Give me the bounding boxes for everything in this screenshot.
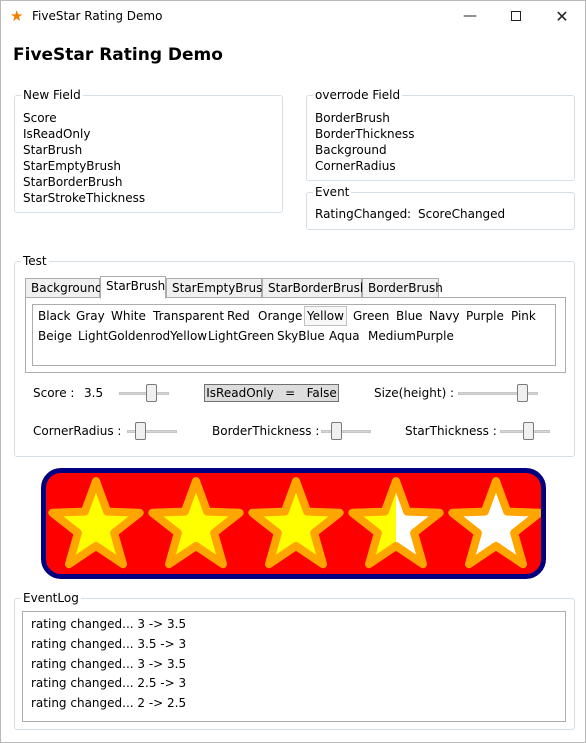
event-value: ScoreChanged xyxy=(418,207,506,221)
app-window: ★ FiveStar Rating Demo — ✕ FiveStar Rati… xyxy=(0,0,586,743)
stars-canvas xyxy=(48,477,541,569)
event-log-legend: EventLog xyxy=(21,591,81,606)
slider-thumb[interactable] xyxy=(517,384,528,402)
event-separator: : xyxy=(407,207,412,221)
new-field-item: Score xyxy=(23,111,57,125)
overrode-field-group: overrode Field BorderBrush BorderThickne… xyxy=(306,88,575,181)
five-star-rating[interactable] xyxy=(41,468,546,579)
color-red[interactable]: Red xyxy=(225,307,252,325)
overrode-field-item: Background xyxy=(315,143,387,157)
score-value: 3.5 xyxy=(84,386,104,400)
color-purple[interactable]: Purple xyxy=(464,307,506,325)
color-lightgoldenrodyellow[interactable]: LightGoldenrodYellow xyxy=(76,327,209,345)
slider-thumb[interactable] xyxy=(523,422,534,440)
minimize-icon: — xyxy=(463,8,477,24)
score-label: Score : xyxy=(33,386,75,400)
color-black[interactable]: Black xyxy=(36,307,72,325)
tab-border-brush[interactable]: BorderBrush xyxy=(362,278,443,298)
color-skyblue[interactable]: SkyBlue xyxy=(275,327,327,345)
star-2-icon[interactable] xyxy=(148,477,244,569)
color-gray[interactable]: Gray xyxy=(74,307,107,325)
maximize-button[interactable] xyxy=(493,1,539,32)
color-pink[interactable]: Pink xyxy=(509,307,538,325)
slider-thumb[interactable] xyxy=(331,422,342,440)
color-orange[interactable]: Orange xyxy=(256,307,304,325)
new-field-group: New Field Score IsReadOnly StarBrush Sta… xyxy=(14,88,283,213)
log-line: rating changed... 3 -> 3.5 xyxy=(31,617,187,631)
new-field-item: StarBrush xyxy=(23,143,83,157)
log-line: rating changed... 3 -> 3.5 xyxy=(31,657,187,671)
color-beige[interactable]: Beige xyxy=(36,327,74,345)
new-field-item: StarStrokeThickness xyxy=(23,191,146,205)
star-5-icon[interactable] xyxy=(448,477,541,569)
corner-radius-label: CornerRadius : xyxy=(33,424,122,438)
event-log-list[interactable]: rating changed... 3 -> 3.5 rating change… xyxy=(22,611,566,722)
window-title: FiveStar Rating Demo xyxy=(32,9,163,23)
tab-starempty-brush[interactable]: StarEmptyBrush xyxy=(166,278,270,298)
new-field-item: IsReadOnly xyxy=(23,127,91,141)
star-1-icon[interactable] xyxy=(48,477,144,569)
color-yellow[interactable]: Yellow xyxy=(304,306,347,326)
color-navy[interactable]: Navy xyxy=(427,307,462,325)
color-aqua[interactable]: Aqua xyxy=(327,327,362,345)
page-title: FiveStar Rating Demo xyxy=(13,45,223,65)
new-field-legend: New Field xyxy=(21,88,83,103)
color-mediumpurple[interactable]: MediumPurple xyxy=(366,327,456,345)
tab-starbrush[interactable]: StarBrush xyxy=(100,276,166,299)
color-blue[interactable]: Blue xyxy=(394,307,425,325)
slider-track xyxy=(321,430,371,433)
isreadonly-toggle-button[interactable]: IsReadOnly = False xyxy=(204,384,339,402)
close-icon: ✕ xyxy=(555,7,569,26)
maximize-icon xyxy=(511,11,521,21)
title-bar[interactable]: ★ FiveStar Rating Demo — ✕ xyxy=(1,1,585,32)
star-thickness-slider[interactable] xyxy=(500,421,550,441)
event-name: RatingChanged xyxy=(315,207,408,221)
color-lightgreen[interactable]: LightGreen xyxy=(206,327,276,345)
slider-track xyxy=(119,392,169,395)
event-group: Event RatingChanged : ScoreChanged xyxy=(306,185,575,230)
border-thickness-label: BorderThickness : xyxy=(212,424,320,438)
size-height-label: Size(height) : xyxy=(374,386,455,400)
color-transparent[interactable]: Transparent xyxy=(151,307,226,325)
overrode-field-item: CornerRadius xyxy=(315,159,396,173)
slider-thumb[interactable] xyxy=(146,384,157,402)
log-line: rating changed... 2.5 -> 3 xyxy=(31,676,187,690)
log-line: rating changed... 2 -> 2.5 xyxy=(31,696,187,710)
tab-starborder-brush[interactable]: StarBorderBrush xyxy=(262,278,367,298)
test-legend: Test xyxy=(21,254,49,269)
color-white[interactable]: White xyxy=(109,307,148,325)
size-height-slider[interactable] xyxy=(458,383,538,403)
overrode-field-item: BorderBrush xyxy=(315,111,390,125)
event-legend: Event xyxy=(313,185,352,200)
color-green[interactable]: Green xyxy=(351,307,391,325)
corner-radius-slider[interactable] xyxy=(127,421,177,441)
slider-thumb[interactable] xyxy=(135,422,146,440)
minimize-button[interactable]: — xyxy=(447,1,493,32)
score-slider[interactable] xyxy=(119,383,169,403)
overrode-field-legend: overrode Field xyxy=(313,88,403,103)
star-thickness-label: StarThickness : xyxy=(405,424,497,438)
overrode-field-item: BorderThickness xyxy=(315,127,415,141)
star-4-icon[interactable] xyxy=(348,477,444,569)
star-3-icon[interactable] xyxy=(248,477,344,569)
star-app-icon: ★ xyxy=(10,7,24,25)
new-field-item: StarEmptyBrush xyxy=(23,159,121,173)
tab-background[interactable]: Background xyxy=(25,278,103,298)
close-button[interactable]: ✕ xyxy=(539,1,585,32)
log-line: rating changed... 3.5 -> 3 xyxy=(31,637,187,651)
border-thickness-slider[interactable] xyxy=(321,421,371,441)
new-field-item: StarBorderBrush xyxy=(23,175,123,189)
